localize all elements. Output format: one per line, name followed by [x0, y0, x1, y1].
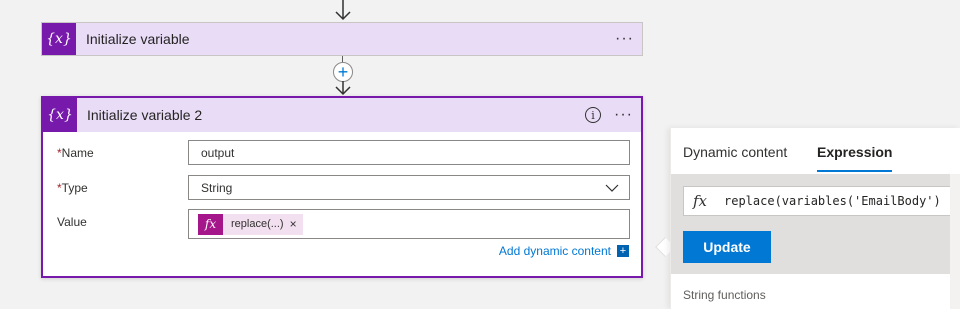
expression-token[interactable]: fx replace(...) × — [198, 213, 303, 235]
action-card-initialize-variable-2[interactable]: {x} Initialize variable 2 i ··· *Name ou… — [41, 96, 643, 278]
add-dynamic-content-label: Add dynamic content — [498, 244, 611, 258]
card-title: Initialize variable — [86, 31, 190, 47]
expression-editor-area: fx replace(variables('EmailBody') Update — [671, 174, 951, 274]
name-label: *Name — [57, 146, 94, 160]
info-icon[interactable]: i — [585, 107, 601, 123]
remove-token-button[interactable]: × — [290, 217, 303, 231]
update-button[interactable]: Update — [683, 231, 771, 263]
panel-scrollbar[interactable] — [950, 174, 960, 309]
type-dropdown[interactable]: String — [188, 175, 630, 200]
variable-icon: {x} — [42, 23, 76, 55]
more-options-button[interactable]: ··· — [615, 30, 634, 48]
expression-input[interactable]: fx replace(variables('EmailBody') — [683, 186, 951, 216]
plus-icon: + — [617, 245, 629, 257]
variable-icon: {x} — [43, 98, 77, 132]
card-header[interactable]: {x} Initialize variable 2 i ··· — [43, 98, 641, 132]
fx-icon: fx — [692, 192, 707, 210]
expression-text: replace(variables('EmailBody') — [724, 194, 941, 208]
down-arrow-icon — [335, 0, 351, 21]
section-label: String functions — [683, 288, 766, 302]
tab-expression[interactable]: Expression — [817, 144, 893, 172]
insert-step-button[interactable]: + — [333, 62, 353, 82]
chevron-down-icon — [605, 184, 619, 192]
type-label: *Type — [57, 181, 88, 195]
card-title: Initialize variable 2 — [87, 107, 203, 123]
name-field-value: output — [201, 145, 235, 160]
dynamic-content-panel: Dynamic content Expression fx replace(va… — [670, 128, 960, 309]
value-label: Value — [57, 215, 87, 229]
more-options-button[interactable]: ··· — [614, 106, 633, 124]
down-arrow-icon — [335, 81, 351, 96]
type-dropdown-value: String — [201, 180, 233, 195]
token-label: replace(...) — [231, 218, 284, 230]
value-field[interactable]: fx replace(...) × — [188, 209, 630, 239]
panel-tabs: Dynamic content Expression — [671, 128, 960, 174]
tab-dynamic-content[interactable]: Dynamic content — [683, 144, 787, 160]
fx-icon: fx — [198, 213, 223, 235]
card-header[interactable]: {x} Initialize variable ··· — [42, 23, 642, 55]
action-card-initialize-variable[interactable]: {x} Initialize variable ··· — [41, 22, 643, 56]
add-dynamic-content-link[interactable]: Add dynamic content + — [499, 244, 629, 258]
name-field[interactable]: output — [188, 140, 630, 165]
